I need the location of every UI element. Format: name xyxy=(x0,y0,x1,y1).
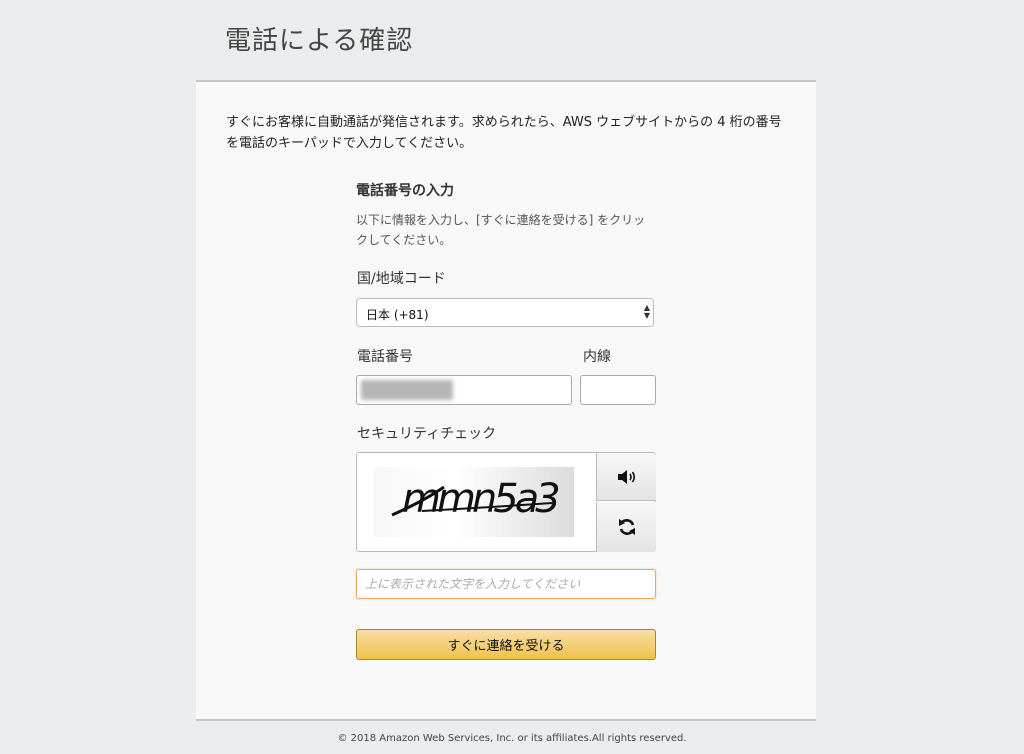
verification-panel: すぐにお客様に自動通話が発信されます。求められたら、AWS ウェブサイトからの … xyxy=(196,82,816,721)
redacted-phone-number xyxy=(361,380,453,400)
refresh-icon xyxy=(618,519,635,535)
page-header: 電話による確認 xyxy=(196,0,816,82)
section-title: 電話番号の入力 xyxy=(356,183,454,199)
extension-input[interactable] xyxy=(580,375,656,405)
country-code-label: 国/地域コード xyxy=(357,271,446,287)
security-check-label: セキュリティチェック xyxy=(357,426,497,442)
phone-form: 電話番号の入力 以下に情報を入力し、[すぐに連絡を受ける] をクリックしてくださ… xyxy=(356,180,656,660)
captcha-input[interactable] xyxy=(356,569,656,599)
page-title: 電話による確認 xyxy=(225,26,414,56)
captcha-box: mmn5a3 xyxy=(356,452,656,552)
intro-text: すぐにお客様に自動通話が発信されます。求められたら、AWS ウェブサイトからの … xyxy=(226,115,782,151)
phone-number-label: 電話番号 xyxy=(357,349,413,365)
copyright-footer: © 2018 Amazon Web Services, Inc. or its … xyxy=(337,733,687,744)
speaker-icon xyxy=(617,469,635,484)
phone-number-input[interactable] xyxy=(356,375,572,405)
country-code-select[interactable]: 日本 (+81) ▲ ▼ xyxy=(356,298,654,327)
country-code-value: 日本 (+81) xyxy=(366,308,429,322)
refresh-captcha-button[interactable] xyxy=(596,502,656,552)
section-description: 以下に情報を入力し、[すぐに連絡を受ける] をクリックしてください。 xyxy=(356,213,646,247)
extension-label: 内線 xyxy=(583,349,611,365)
captcha-image: mmn5a3 xyxy=(374,467,574,537)
contact-me-now-button[interactable]: すぐに連絡を受ける xyxy=(356,629,656,660)
audio-captcha-button[interactable] xyxy=(596,453,656,501)
sort-arrows-icon: ▲ ▼ xyxy=(643,303,650,320)
